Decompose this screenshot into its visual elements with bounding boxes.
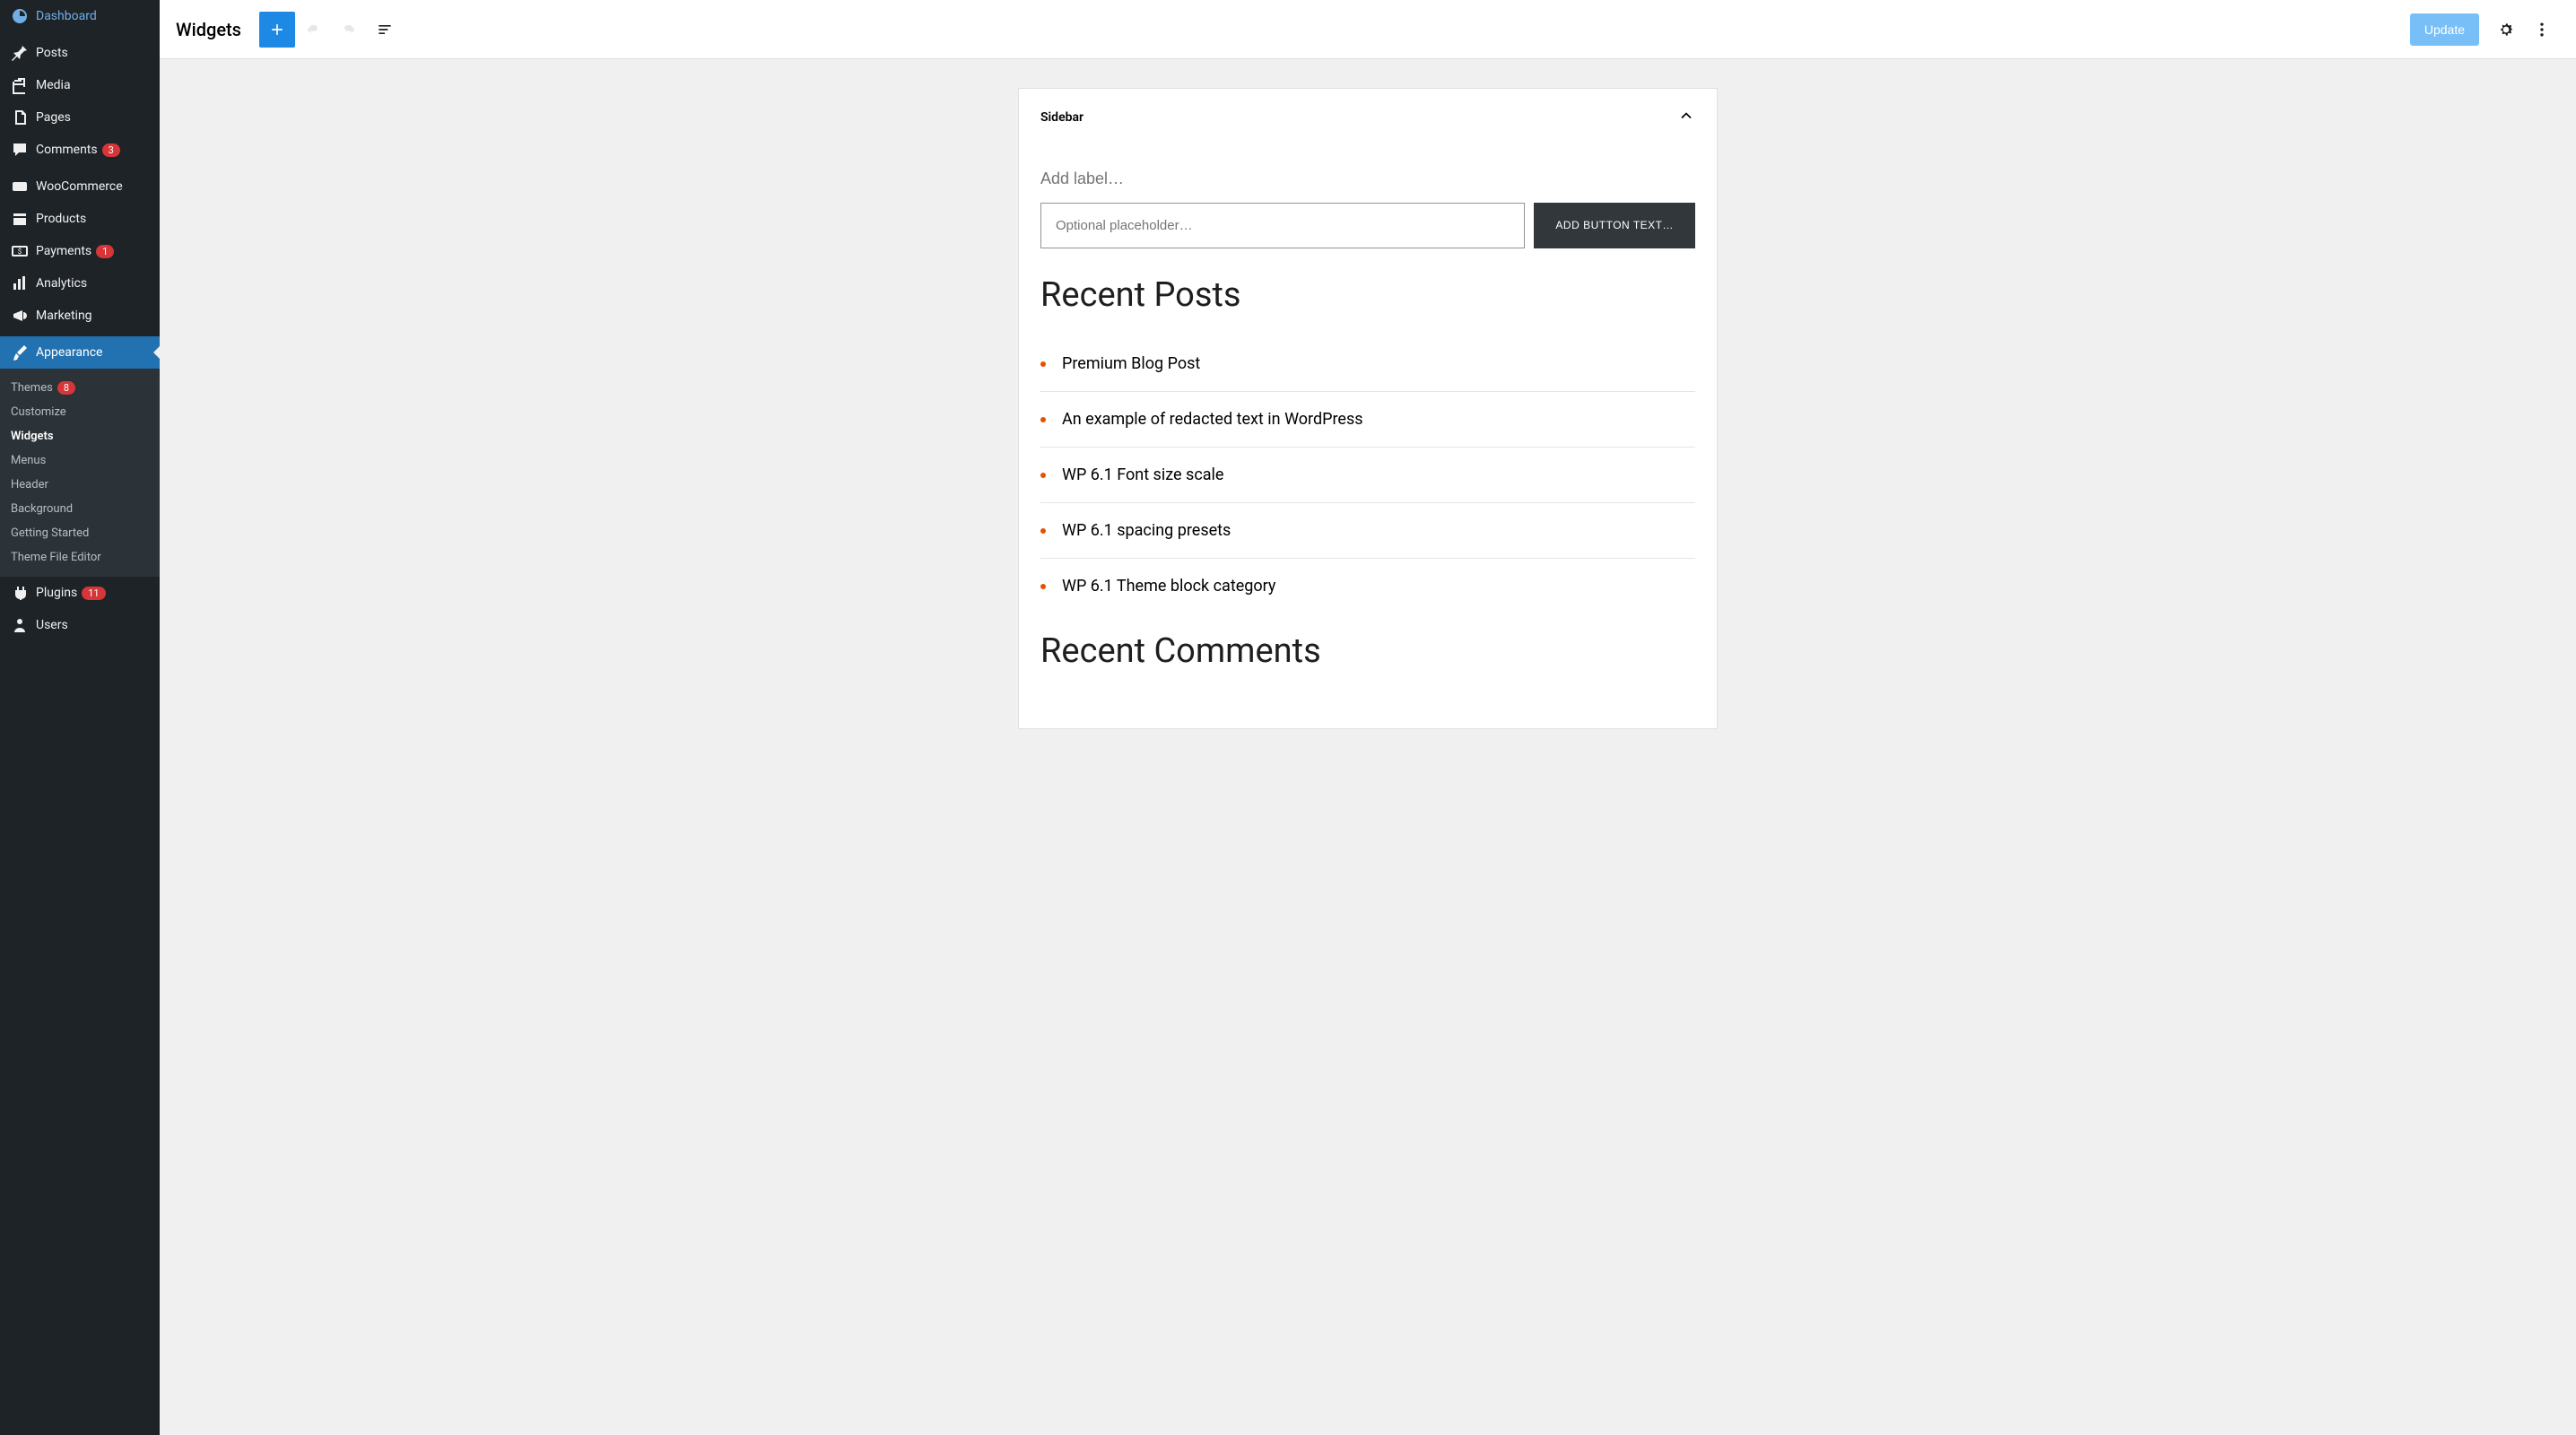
list-view-button[interactable]	[367, 12, 403, 48]
undo-button[interactable]	[295, 12, 331, 48]
widget-area-header[interactable]: Sidebar	[1019, 89, 1717, 146]
submenu-customize[interactable]: Customize	[0, 400, 160, 424]
list-view-icon	[376, 21, 394, 39]
submenu-label: Background	[11, 502, 73, 516]
list-item[interactable]: WP 6.1 Font size scale	[1040, 448, 1695, 503]
recent-posts-list: Premium Blog Post An example of redacted…	[1040, 336, 1695, 613]
submenu-label: Themes	[11, 381, 53, 395]
options-button[interactable]	[2524, 12, 2560, 48]
gear-icon	[2497, 21, 2515, 39]
recent-comments-heading[interactable]: Recent Comments	[1040, 631, 1695, 671]
megaphone-icon	[11, 307, 29, 325]
sidebar-item-payments[interactable]: $ Payments 1	[0, 235, 160, 267]
sidebar-item-products[interactable]: Products	[0, 203, 160, 235]
analytics-icon	[11, 274, 29, 292]
pages-icon	[11, 109, 29, 126]
sidebar-item-analytics[interactable]: Analytics	[0, 267, 160, 300]
sidebar-label: Plugins	[36, 586, 77, 600]
submenu-theme-file-editor[interactable]: Theme File Editor	[0, 545, 160, 570]
payments-badge: 1	[96, 245, 114, 258]
list-item[interactable]: Premium Blog Post	[1040, 336, 1695, 392]
chevron-up-icon	[1677, 107, 1695, 128]
sidebar-item-comments[interactable]: Comments 3	[0, 134, 160, 166]
submenu-widgets[interactable]: Widgets	[0, 424, 160, 448]
widget-area-sidebar: Sidebar ADD BUTTON TEXT… Recent Posts Pr…	[1018, 88, 1718, 729]
sidebar-item-appearance[interactable]: Appearance	[0, 336, 160, 369]
sidebar-item-marketing[interactable]: Marketing	[0, 300, 160, 332]
search-block: ADD BUTTON TEXT…	[1040, 203, 1695, 248]
user-icon	[11, 616, 29, 634]
sidebar-label: Marketing	[36, 309, 92, 323]
submenu-label: Widgets	[11, 430, 54, 443]
svg-text:$: $	[18, 248, 22, 256]
page-title: Widgets	[176, 19, 241, 40]
products-icon	[11, 210, 29, 228]
active-indicator-icon	[153, 345, 160, 360]
sidebar-label: Dashboard	[36, 9, 97, 23]
redo-button[interactable]	[331, 12, 367, 48]
list-item[interactable]: WP 6.1 Theme block category	[1040, 559, 1695, 613]
editor-content: Sidebar ADD BUTTON TEXT… Recent Posts Pr…	[160, 59, 2576, 1435]
sidebar-label: Users	[36, 618, 68, 632]
submenu-label: Header	[11, 478, 48, 491]
submenu-getting-started[interactable]: Getting Started	[0, 521, 160, 545]
brush-icon	[11, 344, 29, 361]
sidebar-item-posts[interactable]: Posts	[0, 37, 160, 69]
sidebar-item-woocommerce[interactable]: WooCommerce	[0, 170, 160, 203]
sidebar-label: Payments	[36, 244, 91, 258]
comment-icon	[11, 141, 29, 159]
submenu-label: Customize	[11, 405, 66, 419]
sidebar-label: Pages	[36, 110, 71, 125]
sidebar-label: Posts	[36, 46, 68, 60]
settings-button[interactable]	[2488, 12, 2524, 48]
sidebar-item-dashboard[interactable]: Dashboard	[0, 0, 160, 32]
widget-area-body: ADD BUTTON TEXT… Recent Posts Premium Bl…	[1019, 146, 1717, 728]
widget-area-title: Sidebar	[1040, 110, 1083, 125]
main-area: Widgets Update	[160, 0, 2576, 1435]
search-label-input[interactable]	[1040, 164, 1695, 194]
plug-icon	[11, 584, 29, 602]
undo-icon	[304, 21, 322, 39]
sidebar-label: Appearance	[36, 345, 102, 360]
payments-icon: $	[11, 242, 29, 260]
plugins-badge: 11	[82, 587, 105, 600]
plus-icon	[268, 21, 286, 39]
recent-posts-heading[interactable]: Recent Posts	[1040, 275, 1695, 315]
sidebar-label: Products	[36, 212, 86, 226]
media-icon	[11, 76, 29, 94]
submenu-themes[interactable]: Themes 8	[0, 376, 160, 400]
woo-icon	[11, 178, 29, 196]
submenu-background[interactable]: Background	[0, 497, 160, 521]
search-button-text[interactable]: ADD BUTTON TEXT…	[1534, 203, 1695, 248]
sidebar-label: WooCommerce	[36, 179, 123, 194]
sidebar-item-plugins[interactable]: Plugins 11	[0, 577, 160, 609]
more-vertical-icon	[2533, 21, 2551, 39]
comments-badge: 3	[102, 144, 120, 157]
submenu-label: Menus	[11, 454, 46, 467]
sidebar-item-users[interactable]: Users	[0, 609, 160, 641]
add-block-button[interactable]	[259, 12, 295, 48]
update-button[interactable]: Update	[2410, 13, 2479, 46]
redo-icon	[340, 21, 358, 39]
list-item[interactable]: An example of redacted text in WordPress	[1040, 392, 1695, 448]
submenu-label: Theme File Editor	[11, 551, 101, 564]
search-placeholder-input[interactable]	[1040, 203, 1525, 248]
editor-toolbar: Widgets Update	[160, 0, 2576, 59]
sidebar-label: Media	[36, 78, 71, 92]
admin-sidebar: Dashboard Posts Media Pages Comments 3 W…	[0, 0, 160, 1435]
dashboard-icon	[11, 7, 29, 25]
list-item[interactable]: WP 6.1 spacing presets	[1040, 503, 1695, 559]
submenu-header[interactable]: Header	[0, 473, 160, 497]
sidebar-label: Comments	[36, 143, 98, 157]
themes-badge: 8	[57, 381, 75, 395]
submenu-label: Getting Started	[11, 526, 89, 540]
sidebar-item-pages[interactable]: Pages	[0, 101, 160, 134]
pin-icon	[11, 44, 29, 62]
sidebar-label: Analytics	[36, 276, 87, 291]
submenu-menus[interactable]: Menus	[0, 448, 160, 473]
sidebar-item-media[interactable]: Media	[0, 69, 160, 101]
appearance-submenu: Themes 8 Customize Widgets Menus Header …	[0, 369, 160, 577]
